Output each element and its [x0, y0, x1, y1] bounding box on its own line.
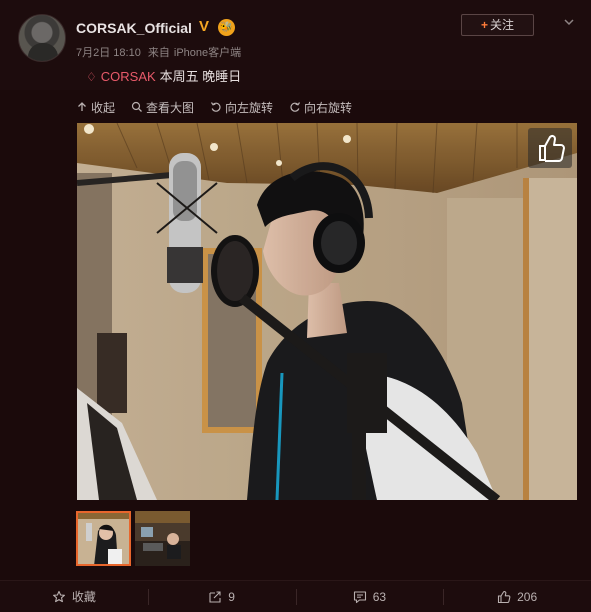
verified-badge[interactable]: V [199, 19, 213, 35]
follow-label: 关注 [490, 18, 515, 32]
post-meta: 7月2日 18:10 来自 iPhone客户端 [76, 44, 245, 60]
repost-count: 9 [228, 589, 235, 604]
thumbnail-image [76, 511, 131, 566]
share-icon [209, 590, 221, 603]
thumbnail-1[interactable] [76, 511, 131, 566]
super-topic-icon: ♢ [86, 70, 97, 84]
username[interactable]: CORSAK_Official [76, 20, 192, 36]
level-badge[interactable]: 🐝 [218, 19, 235, 36]
recording-studio-photo [77, 123, 577, 500]
star-icon [52, 590, 65, 602]
chevron-down-icon[interactable] [563, 16, 575, 28]
magnifier-icon [131, 101, 142, 112]
thumbnail-2[interactable] [135, 511, 190, 566]
like-count: 206 [517, 589, 538, 604]
rotate-right-button[interactable]: 向右旋转 [289, 99, 352, 115]
like-overlay-button[interactable] [528, 128, 572, 168]
plus-icon: + [480, 18, 488, 32]
follow-button[interactable]: + 关注 [461, 14, 534, 36]
thumbnail-strip [76, 511, 190, 566]
view-large-label: 查看大图 [146, 100, 195, 115]
like-button[interactable]: 206 [443, 581, 591, 612]
comment-button[interactable]: 63 [295, 581, 444, 612]
rotate-left-icon [211, 102, 221, 112]
thumbs-up-icon [539, 134, 565, 162]
collapse-label: 收起 [91, 100, 116, 115]
thumbs-up-icon [498, 590, 511, 603]
main-photo[interactable] [77, 123, 577, 500]
media-area: 收起 查看大图 向左旋转 向右旋转 [0, 90, 591, 580]
photo-toolbar: 收起 查看大图 向左旋转 向右旋转 [76, 99, 352, 115]
favorite-button[interactable]: 收藏 [0, 581, 148, 612]
favorite-label: 收藏 [71, 590, 96, 604]
topic-link[interactable]: CORSAK [101, 69, 156, 84]
rotate-right-label: 向右旋转 [304, 100, 353, 115]
post-text: ♢ CORSAK 本周五 晚睡日 [86, 66, 241, 85]
post-body: 本周五 晚睡日 [159, 69, 242, 84]
arrow-up-icon [78, 102, 86, 111]
post-date[interactable]: 7月2日 18:10 [76, 47, 141, 59]
source-prefix: 来自 [147, 47, 170, 59]
rotate-left-button[interactable]: 向左旋转 [210, 99, 273, 115]
rotate-left-label: 向左旋转 [225, 100, 274, 115]
collapse-button[interactable]: 收起 [76, 99, 115, 115]
thumbnail-image [135, 511, 190, 566]
repost-button[interactable]: 9 [147, 581, 296, 612]
comment-count: 63 [372, 589, 387, 604]
comment-icon [353, 590, 366, 603]
action-bar: 收藏 9 63 206 [0, 580, 591, 612]
avatar[interactable] [18, 14, 66, 62]
post-source[interactable]: iPhone客户端 [174, 47, 241, 59]
rotate-right-icon [290, 102, 301, 112]
post-header: CORSAK_Official V 🐝 7月2日 18:10 来自 iPhone客… [0, 0, 591, 90]
view-large-button[interactable]: 查看大图 [131, 99, 194, 115]
